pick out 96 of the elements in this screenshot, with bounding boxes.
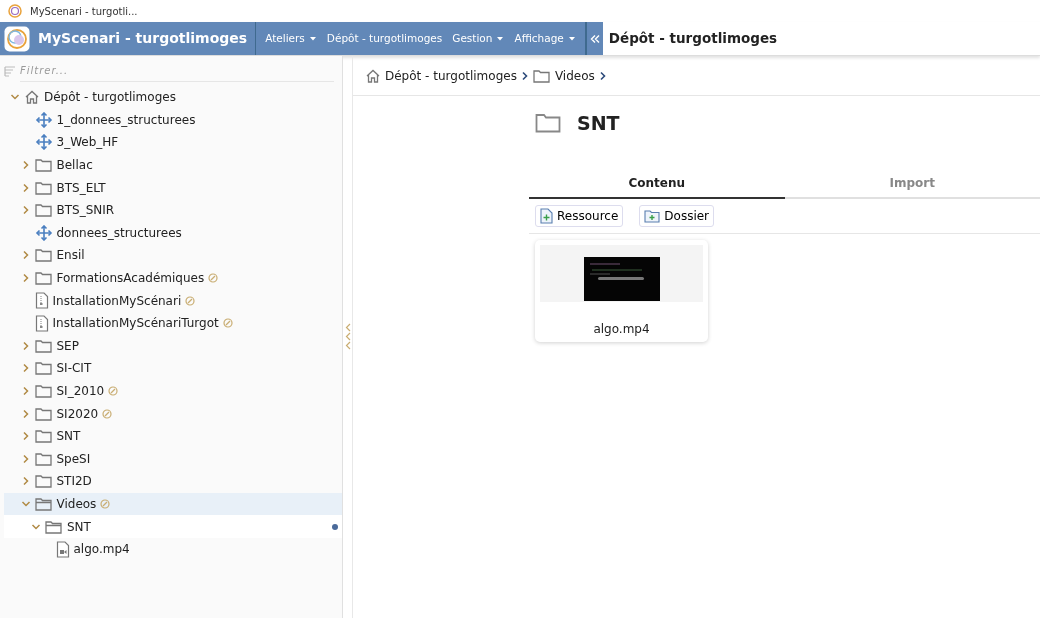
edit-badge-icon: [185, 295, 196, 306]
chevron-right-icon: [21, 160, 30, 171]
content-title: SNT: [577, 111, 620, 136]
tree-item[interactable]: STI2D: [4, 470, 342, 493]
file-card[interactable]: algo.mp4: [535, 239, 708, 342]
file-name: algo.mp4: [593, 320, 650, 338]
chevron-down-icon: [31, 522, 41, 531]
tab[interactable]: Import: [784, 167, 1040, 199]
folder-icon: [34, 248, 53, 263]
edit-badge-icon: [100, 499, 111, 509]
menu-item[interactable]: Dépôt - turgotlimoges: [321, 30, 448, 47]
folder-icon: [34, 474, 53, 489]
chevron-right-icon: [598, 70, 607, 81]
caret-icon: [567, 36, 576, 41]
collapse-arrows-icon[interactable]: [344, 323, 351, 351]
tree-item[interactable]: Videos: [4, 492, 342, 516]
tab[interactable]: Contenu: [529, 167, 785, 199]
tree-item[interactable]: Dépôt - turgotlimoges: [4, 86, 342, 109]
menu-item[interactable]: Gestion: [447, 30, 510, 47]
chevron-down-icon: [10, 93, 20, 102]
tree-item[interactable]: SI_2010: [4, 379, 342, 403]
chevron-right-icon: [520, 70, 529, 81]
edit-badge-icon: [102, 408, 113, 419]
home-icon: [365, 68, 381, 83]
tree-item[interactable]: SpeSI: [4, 447, 342, 471]
tree-item[interactable]: SI-CIT: [4, 357, 342, 380]
chevron-right-icon: [21, 363, 30, 374]
tab-title[interactable]: MyScenari - turgotli...: [30, 3, 138, 19]
folder-icon: [45, 519, 63, 534]
app-title: MyScenari - turgotlimoges: [38, 29, 248, 48]
tree-item[interactable]: InstallationMyScénariTurgot: [4, 311, 342, 335]
document-icon: [34, 314, 49, 332]
breadcrumb-link[interactable]: Dépôt - turgotlimoges: [365, 66, 517, 85]
tree-item[interactable]: BTS_ELT: [4, 176, 342, 199]
tree-item[interactable]: InstallationMyScénari: [4, 289, 342, 312]
folder-icon: [34, 497, 53, 511]
app-logo-icon: [8, 4, 22, 18]
move-icon: [34, 224, 53, 241]
chevron-right-icon: [21, 386, 30, 396]
edit-badge-icon: [108, 386, 119, 396]
folder-icon: [34, 384, 53, 398]
folder-icon: [34, 429, 53, 444]
chevron-right-icon: [21, 408, 30, 419]
breadcrumb-link[interactable]: Videos: [532, 66, 595, 85]
document-icon: [34, 292, 49, 310]
folder-icon: [34, 158, 53, 173]
tree-item[interactable]: SNT: [4, 515, 342, 538]
menu-item[interactable]: Ateliers: [260, 30, 322, 47]
filter-field[interactable]: Filtrer...: [20, 60, 334, 82]
tree-item[interactable]: 1_donnees_structurees: [4, 108, 342, 132]
new-folder-button[interactable]: Dossier: [639, 204, 715, 227]
page-title: Dépôt - turgotlimoges: [608, 29, 778, 49]
folder-icon: [532, 68, 551, 83]
chevron-right-icon: [21, 476, 30, 487]
chevron-right-icon: [21, 340, 30, 351]
edit-badge-icon: [222, 318, 233, 329]
tree-item[interactable]: donnees_structurees: [4, 221, 342, 245]
folder-icon: [34, 271, 53, 286]
new-resource-button[interactable]: Ressource: [535, 204, 624, 227]
folder-add-icon: [644, 208, 661, 223]
chevron-right-icon: [21, 182, 30, 193]
document-add-icon: [540, 207, 553, 224]
filter-icon: [4, 65, 16, 77]
chevron-right-icon: [21, 273, 30, 284]
app-logo-icon: [4, 25, 30, 52]
tree-item[interactable]: algo.mp4: [4, 537, 342, 561]
tree-item[interactable]: SEP: [4, 334, 342, 358]
folder-icon: [34, 203, 53, 218]
folder-icon: [34, 451, 53, 466]
status-dot-icon: [332, 523, 338, 530]
tree-item[interactable]: BTS_SNIR: [4, 198, 342, 222]
folder-icon: [34, 406, 53, 421]
caret-icon: [308, 36, 317, 41]
move-icon: [34, 134, 53, 151]
chevron-right-icon: [21, 453, 30, 464]
chevron-right-icon: [21, 431, 30, 442]
home-icon: [24, 90, 40, 105]
edit-badge-icon: [208, 273, 219, 284]
folder-icon: [34, 180, 53, 195]
caret-icon: [496, 36, 505, 41]
tree-item[interactable]: SI2020: [4, 402, 342, 425]
tree-item[interactable]: FormationsAcadémiques: [4, 266, 342, 290]
chevron-right-icon: [21, 250, 30, 261]
move-icon: [34, 111, 53, 128]
folder-icon: [535, 113, 561, 134]
tree-item[interactable]: Ensil: [4, 244, 342, 267]
collapse-icon[interactable]: [589, 33, 600, 44]
tree-item[interactable]: Bellac: [4, 153, 342, 177]
menu-item[interactable]: Affichage: [509, 30, 581, 47]
folder-icon: [34, 361, 53, 376]
tree-item[interactable]: 3_Web_HF: [4, 131, 342, 154]
tree-item[interactable]: SNT: [4, 424, 342, 448]
folder-icon: [34, 338, 53, 353]
chevron-right-icon: [21, 205, 30, 216]
chevron-down-icon: [20, 500, 31, 508]
video-file-icon: [55, 540, 70, 558]
